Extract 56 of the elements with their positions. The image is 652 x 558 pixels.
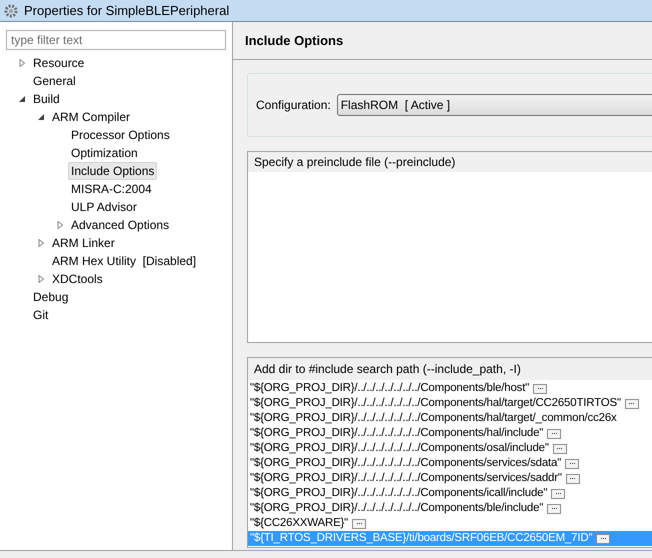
path-item[interactable]: "${ORG_PROJ_DIR}/../../../../../../../Components/hal/include": [248, 426, 652, 441]
path-text: "${ORG_PROJ_DIR}/../../../../../../../Components/services/saddr": [250, 470, 562, 486]
more-icon[interactable]: [352, 518, 366, 528]
tree-item[interactable]: ARM Compiler: [49, 108, 134, 126]
page-title: Include Options: [245, 32, 344, 50]
more-icon[interactable]: [551, 488, 566, 498]
path-text: "${ORG_PROJ_DIR}/../../../../../../../Components/hal/include": [250, 426, 544, 441]
window-title: Properties for SimpleBLEPeripheral: [24, 2, 230, 20]
expanded-arrow-icon[interactable]: [18, 95, 26, 103]
gear-icon: [4, 4, 18, 18]
tree-item[interactable]: Resource: [30, 54, 88, 72]
tree-item[interactable]: Git: [30, 306, 52, 324]
tree-item[interactable]: Processor Options: [68, 126, 173, 144]
filter-field[interactable]: type filter text: [6, 30, 226, 50]
tree-item[interactable]: ARM Linker: [49, 234, 118, 252]
path-text: "${TI_RTOS_DRIVERS_BASE}/ti/boards/SRF06EB/CC2650EM_7ID": [250, 530, 592, 546]
more-icon[interactable]: [547, 504, 562, 514]
more-icon[interactable]: [547, 428, 562, 438]
configuration-dropdown[interactable]: FlashROM [ Active ]: [336, 94, 652, 116]
tree-item[interactable]: ARM Hex Utility [Disabled]: [49, 252, 200, 270]
tree-item[interactable]: Include Options: [68, 162, 158, 180]
tree-item[interactable]: Advanced Options: [68, 216, 172, 234]
tree-item[interactable]: Debug: [30, 288, 72, 306]
path-item[interactable]: "${CC26XXWARE}": [248, 516, 652, 531]
more-icon[interactable]: [624, 398, 639, 408]
tree-item[interactable]: ULP Advisor: [68, 198, 140, 216]
collapsed-arrow-icon[interactable]: [38, 275, 44, 283]
tree-item[interactable]: General: [30, 72, 79, 90]
path-text: "${ORG_PROJ_DIR}/../../../../../../../Components/osal/include": [250, 440, 549, 456]
more-icon[interactable]: [596, 534, 610, 544]
path-item[interactable]: "${ORG_PROJ_DIR}/../../../../../../../Components/services/sdata": [248, 456, 652, 471]
collapsed-arrow-icon[interactable]: [56, 221, 64, 229]
path-item[interactable]: "${ORG_PROJ_DIR}/../../../../../../../Components/ble/include": [248, 501, 652, 516]
more-icon[interactable]: [566, 474, 580, 484]
path-text: "${CC26XXWARE}": [250, 516, 348, 531]
more-icon[interactable]: [552, 444, 567, 454]
more-icon[interactable]: [533, 384, 548, 394]
path-item[interactable]: "${ORG_PROJ_DIR}/../../../../../../../Components/services/saddr": [248, 471, 652, 486]
include-path-title: Add dir to #include search path (--include_path, -I): [254, 361, 521, 378]
path-text: "${ORG_PROJ_DIR}/../../../../../../../Components/services/sdata": [250, 456, 562, 471]
tree-item[interactable]: Build: [30, 90, 63, 108]
path-text: "${ORG_PROJ_DIR}/../../../../../../../Components/ble/include": [250, 500, 544, 516]
preinclude-title: Specify a preinclude file (--preinclude): [254, 154, 456, 171]
path-item[interactable]: "${ORG_PROJ_DIR}/../../../../../../../Components/icall/include": [248, 486, 652, 501]
tree-item[interactable]: Optimization: [68, 144, 141, 162]
path-item[interactable]: "${ORG_PROJ_DIR}/../../../../../../../Components/osal/include": [248, 441, 652, 456]
configuration-label: Configuration:: [256, 97, 331, 114]
tree-item[interactable]: XDCtools: [49, 270, 106, 288]
expanded-arrow-icon[interactable]: [38, 113, 44, 121]
more-icon[interactable]: [565, 458, 580, 468]
tree-item[interactable]: MISRA-C:2004: [68, 180, 155, 198]
path-item[interactable]: "${ORG_PROJ_DIR}/../../../../../../../Components/ble/host": [248, 381, 652, 396]
path-text: "${ORG_PROJ_DIR}/../../../../../../../Components/ble/host": [250, 380, 530, 396]
collapsed-arrow-icon[interactable]: [18, 59, 26, 67]
collapsed-arrow-icon[interactable]: [38, 239, 44, 247]
path-text: "${ORG_PROJ_DIR}/../../../../../../../Components/icall/include": [250, 486, 548, 501]
